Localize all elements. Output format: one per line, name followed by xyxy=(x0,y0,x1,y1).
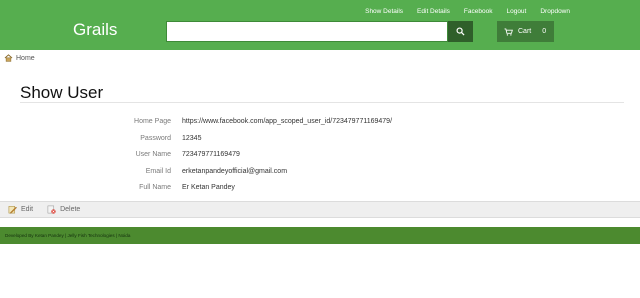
field-value: https://www.facebook.com/app_scoped_user… xyxy=(182,118,393,125)
breadcrumb: Home xyxy=(4,53,35,63)
home-icon xyxy=(4,54,13,62)
field-label: Password xyxy=(140,134,171,142)
field-value: 12345 xyxy=(182,134,202,142)
field-label: Email Id xyxy=(145,167,171,175)
header-bar: Show Details Edit Details Facebook Logou… xyxy=(0,0,640,50)
delete-icon xyxy=(47,205,56,214)
field-value: erketanpandeyofficial@gmail.com xyxy=(182,167,288,175)
field-row-email: Email Id erketanpandeyofficial@gmail.com xyxy=(0,167,640,177)
nav-facebook[interactable]: Facebook xyxy=(464,7,493,17)
search-input[interactable] xyxy=(166,21,448,42)
field-row-password: Password 12345 xyxy=(0,134,640,144)
field-value: Er Ketan Pandey xyxy=(182,184,235,191)
pencil-icon xyxy=(8,206,17,214)
nav-show-details[interactable]: Show Details xyxy=(365,7,403,17)
action-bar: Edit Delete xyxy=(0,201,640,218)
field-row-home-page: Home Page https://www.facebook.com/app_s… xyxy=(0,117,640,127)
cart-count-badge: 0 xyxy=(542,28,547,35)
cart-icon xyxy=(504,27,513,36)
field-label: Full Name xyxy=(139,184,171,191)
nav-dropdown[interactable]: Dropdown xyxy=(540,7,570,17)
title-divider xyxy=(20,102,624,103)
search-icon xyxy=(456,27,465,36)
nav-edit-details[interactable]: Edit Details xyxy=(417,7,450,17)
delete-label: Delete xyxy=(60,206,81,213)
field-label: User Name xyxy=(135,151,171,158)
footer: Developed By Ketan Pandey | Jelly Fish T… xyxy=(0,227,640,244)
breadcrumb-home-link[interactable]: Home xyxy=(16,55,35,62)
cart-button[interactable]: Cart 0 xyxy=(497,21,554,42)
nav-logout[interactable]: Logout xyxy=(506,7,526,17)
field-label: Home Page xyxy=(134,118,171,125)
delete-button[interactable]: Delete xyxy=(47,205,80,214)
edit-button[interactable]: Edit xyxy=(8,205,33,214)
search-button[interactable] xyxy=(448,21,473,42)
top-nav: Show Details Edit Details Facebook Logou… xyxy=(365,7,570,17)
cart-label: Cart xyxy=(518,28,532,35)
field-row-user-name: User Name 723479771169479 xyxy=(0,150,640,160)
field-row-full-name: Full Name Er Ketan Pandey xyxy=(0,183,640,193)
field-value: 723479771169479 xyxy=(182,151,240,158)
edit-label: Edit xyxy=(21,206,34,213)
brand-logo[interactable]: Grails xyxy=(73,20,117,40)
page-title: Show User xyxy=(20,83,104,102)
